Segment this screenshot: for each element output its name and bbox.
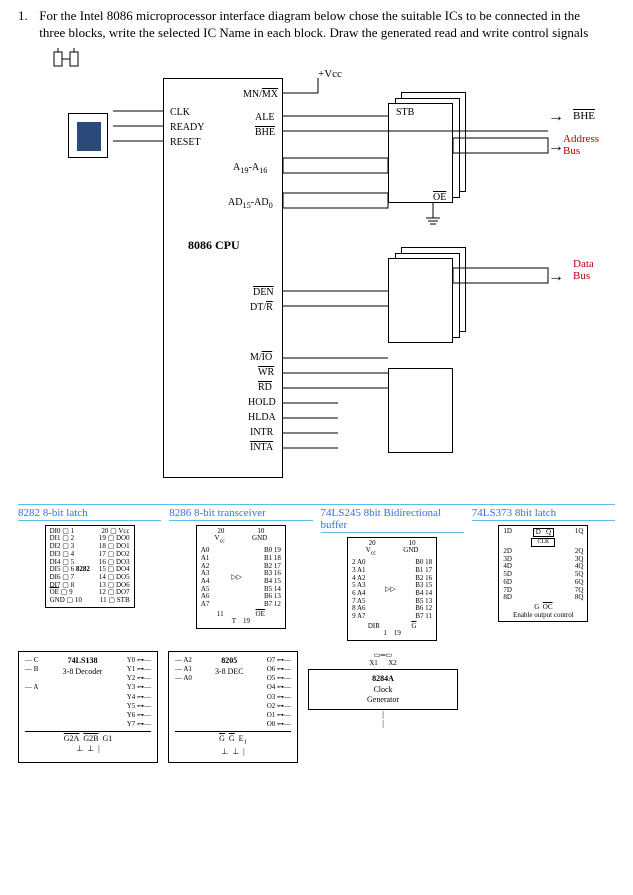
- bottom-row: — C— B— A 74LS138 3-8 Decoder Y0 ⊶—Y1 ⊶—…: [18, 651, 615, 762]
- latch-block: [388, 103, 453, 203]
- small-symbol: [48, 48, 88, 74]
- question: 1. For the Intel 8086 microprocessor int…: [18, 8, 615, 42]
- decoder-74ls138: — C— B— A 74LS138 3-8 Decoder Y0 ⊶—Y1 ⊶—…: [18, 651, 158, 762]
- addr-bus: Address Bus: [563, 133, 599, 157]
- qnum: 1.: [18, 8, 36, 25]
- pin-rd: RD: [258, 383, 272, 393]
- transceiver-block: [388, 258, 453, 343]
- pin-dtr: DT/R: [250, 303, 273, 313]
- decode-block: [388, 368, 453, 453]
- stb-label: STB: [396, 108, 414, 118]
- pin-den: DEN: [253, 288, 274, 298]
- oe-label: OE: [433, 193, 446, 203]
- vcc-label: +Vcc: [318, 68, 342, 80]
- ic-a-name: 8282 8-bit latch: [18, 505, 161, 521]
- pin-ale: ALE: [255, 113, 274, 123]
- pin-intr: INTR: [250, 428, 273, 438]
- pin-mnmx: MN/MX: [243, 90, 278, 100]
- ic-d: 74LS373 8bit latch 1DD Q1Q CLK 2D2Q 3D3Q…: [472, 505, 615, 645]
- clock-gen: ▭═▭ X1 X2 8284A Clock Generator ||: [308, 651, 458, 762]
- bus-lines: [18, 78, 618, 478]
- ic-a-chip: DI0 ▢ 120 ▢ Vcc DI1 ▢ 219 ▢ DO0 DI2 ▢ 31…: [45, 525, 135, 608]
- decoder-8205: — A2— A1— A0 8205 3-8 DEC O7 ⊶—O6 ⊶—O5 ⊶…: [168, 651, 298, 762]
- arrow-icon: →: [548, 268, 564, 286]
- left-chip-icon: [68, 113, 108, 158]
- ic-row: 8282 8-bit latch DI0 ▢ 120 ▢ Vcc DI1 ▢ 2…: [18, 504, 615, 645]
- pin-reset: RESET: [170, 138, 201, 148]
- ic-b-chip: 2010 VccGND A0A1A2A3A4A5A6A7 ▷▷ B0 19B1 …: [196, 525, 286, 629]
- ic-c: 74LS245 8bit Bidirectional buffer 2010 V…: [321, 505, 464, 645]
- arrow-icon: →: [548, 108, 564, 126]
- ic-b-name: 8286 8-bit transceiver: [169, 505, 312, 521]
- ic-d-chip: 1DD Q1Q CLK 2D2Q 3D3Q 4D4Q 5D5Q 6D6Q 7D7…: [498, 525, 588, 622]
- pin-mio: M/IO: [250, 353, 272, 363]
- pin-bhe: BHE: [255, 128, 275, 138]
- ic-c-name: 74LS245 8bit Bidirectional buffer: [321, 505, 464, 533]
- pin-hold: HOLD: [248, 398, 276, 408]
- pin-a19: A19-A16: [233, 163, 267, 175]
- pin-ad15: AD15-AD0: [228, 198, 273, 210]
- pin-ready: READY: [170, 123, 204, 133]
- qbody: For the Intel 8086 microprocessor interf…: [39, 8, 599, 42]
- bhe-out: BHE: [573, 110, 595, 122]
- cpu-diagram: +Vcc 8086 CPU CLK READY RESET MN/MX ALE …: [18, 78, 615, 498]
- ic-d-name: 74LS373 8bit latch: [472, 505, 615, 521]
- ic-b: 8286 8-bit transceiver 2010 VccGND A0A1A…: [169, 505, 312, 645]
- pin-wr: WR: [258, 368, 274, 378]
- pin-clk: CLK: [170, 108, 190, 118]
- data-bus: Data Bus: [573, 258, 594, 282]
- ic-c-chip: 2010 VccGND 2 A03 A14 A25 A36 A47 A58 A6…: [347, 537, 437, 641]
- pin-inta: INTA: [250, 443, 273, 453]
- cpu-name: 8086 CPU: [188, 238, 240, 253]
- arrow-icon: →: [548, 138, 564, 156]
- ic-a: 8282 8-bit latch DI0 ▢ 120 ▢ Vcc DI1 ▢ 2…: [18, 505, 161, 645]
- pin-hlda: HLDA: [248, 413, 276, 423]
